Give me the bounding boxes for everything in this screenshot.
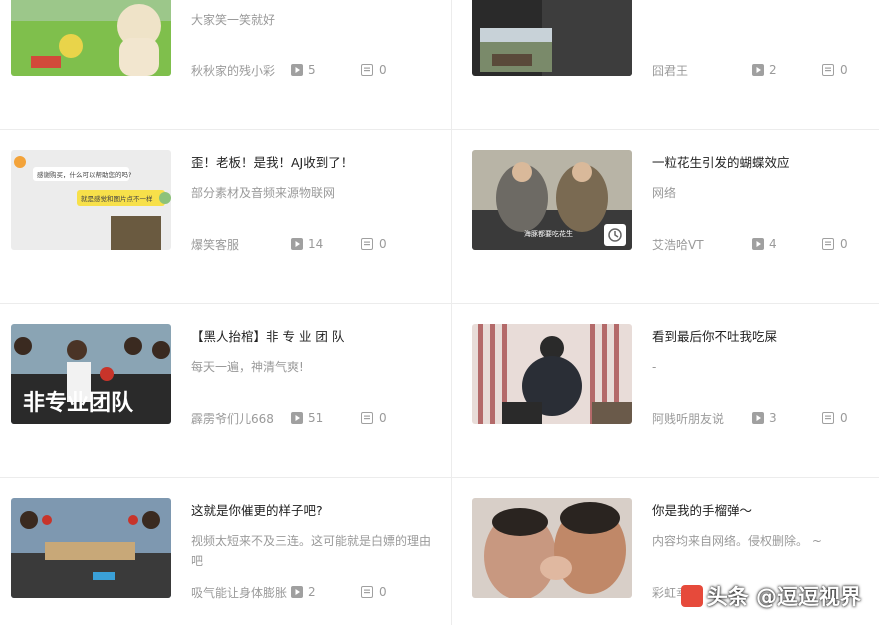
video-card[interactable]: 感谢购买，什么可以帮助您的吗? 就是感觉和图片点不一样 歪！老板！是我！AJ收到… bbox=[0, 150, 440, 280]
video-card[interactable]: 看到最后你不吐我吃屎 - 阿贱听朋友说 3 0 bbox=[461, 324, 879, 454]
video-title[interactable]: 歪！老板！是我！AJ收到了！ bbox=[191, 152, 353, 171]
video-description: 内容均来自网络。侵权删除。 ~ bbox=[652, 534, 822, 548]
thumb-subtitle: 海豚都要吃花生 bbox=[524, 229, 573, 238]
comment-count-value: 0 bbox=[840, 63, 848, 77]
watermark: 头条 @逗逗视界 bbox=[680, 581, 861, 611]
play-count: 5 bbox=[291, 63, 361, 77]
comment-count: 0 bbox=[361, 237, 387, 251]
row-divider bbox=[0, 129, 879, 130]
video-thumbnail[interactable] bbox=[11, 498, 171, 598]
comment-count: 0 bbox=[822, 411, 848, 425]
comment-icon bbox=[822, 64, 834, 76]
comment-icon bbox=[361, 412, 373, 424]
video-thumbnail[interactable] bbox=[472, 0, 632, 76]
play-icon bbox=[291, 238, 303, 250]
comment-icon bbox=[361, 586, 373, 598]
video-title[interactable]: 一粒花生引发的蝴蝶效应 bbox=[652, 152, 790, 171]
author-name[interactable]: 吸气能让身体膨胀 bbox=[191, 584, 291, 601]
column-divider bbox=[451, 0, 452, 625]
play-count: 14 bbox=[291, 237, 361, 251]
comment-icon bbox=[361, 238, 373, 250]
play-count: 2 bbox=[291, 585, 361, 599]
comment-count-value: 0 bbox=[379, 411, 387, 425]
comment-icon bbox=[822, 238, 834, 250]
toutiao-logo-icon bbox=[680, 585, 703, 607]
comment-count: 0 bbox=[822, 63, 848, 77]
video-title[interactable]: 【黑人抬棺】非 专 业 团 队 bbox=[191, 326, 344, 345]
play-icon bbox=[291, 412, 303, 424]
play-count-value: 14 bbox=[308, 237, 324, 251]
comment-count-value: 0 bbox=[840, 237, 848, 251]
author-name[interactable]: 囧君王 bbox=[652, 62, 752, 79]
video-description: 网络 bbox=[652, 186, 677, 200]
video-thumbnail[interactable]: 非专业团队 bbox=[11, 324, 171, 424]
video-thumbnail[interactable] bbox=[11, 0, 171, 76]
comment-icon bbox=[822, 412, 834, 424]
video-thumbnail[interactable] bbox=[472, 324, 632, 424]
play-count: 4 bbox=[752, 237, 822, 251]
thumb-caption: 非专业团队 bbox=[23, 390, 134, 416]
video-meta: 艾浩哈VT 4 0 bbox=[652, 236, 848, 252]
comment-count-value: 0 bbox=[379, 63, 387, 77]
video-card[interactable]: 这就是你催更的样子吧? 视频太短来不及三连。这可能就是白嫖的理由吧 吸气能让身体… bbox=[0, 498, 440, 628]
comment-count: 0 bbox=[361, 411, 387, 425]
author-name[interactable]: 阿贱听朋友说 bbox=[652, 410, 752, 427]
author-name[interactable]: 爆笑客服 bbox=[191, 236, 291, 253]
play-count-value: 4 bbox=[769, 237, 777, 251]
comment-count-value: 0 bbox=[379, 585, 387, 599]
comment-count-value: 0 bbox=[379, 237, 387, 251]
video-meta: 囧君王 2 0 bbox=[652, 62, 848, 78]
video-meta: 爆笑客服 14 0 bbox=[191, 236, 387, 252]
play-count-value: 5 bbox=[308, 63, 316, 77]
play-icon bbox=[291, 64, 303, 76]
play-count: 51 bbox=[291, 411, 361, 425]
video-description: 每天一遍，神清气爽! bbox=[191, 360, 304, 374]
video-title[interactable]: 这就是你催更的样子吧? bbox=[191, 500, 323, 519]
video-meta: 秋秋家的残小彩 5 0 bbox=[191, 62, 387, 78]
play-count-value: 2 bbox=[769, 63, 777, 77]
play-count: 3 bbox=[752, 411, 822, 425]
watermark-text: 头条 @逗逗视界 bbox=[706, 585, 861, 609]
play-icon bbox=[291, 586, 303, 598]
row-divider bbox=[0, 477, 879, 478]
video-card[interactable]: 大家笑一笑就好 秋秋家的残小彩 5 0 bbox=[0, 0, 440, 106]
video-thumbnail[interactable]: 海豚都要吃花生 bbox=[472, 150, 632, 250]
play-icon bbox=[752, 64, 764, 76]
video-description: 部分素材及音频来源物联网 bbox=[191, 186, 336, 200]
play-icon bbox=[752, 238, 764, 250]
video-thumbnail[interactable]: 感谢购买，什么可以帮助您的吗? 就是感觉和图片点不一样 bbox=[11, 150, 171, 250]
video-card[interactable]: 囧君王 2 0 bbox=[461, 0, 879, 106]
comment-count: 0 bbox=[361, 63, 387, 77]
thumb-chat-text: 就是感觉和图片点不一样 bbox=[81, 194, 153, 203]
video-meta: 霹雳爷们儿668 51 0 bbox=[191, 410, 387, 426]
row-divider bbox=[0, 303, 879, 304]
video-card[interactable]: 海豚都要吃花生 一粒花生引发的蝴蝶效应 网络 艾浩哈VT 4 0 bbox=[461, 150, 879, 280]
play-count-value: 3 bbox=[769, 411, 777, 425]
author-name[interactable]: 秋秋家的残小彩 bbox=[191, 62, 291, 79]
author-name[interactable]: 艾浩哈VT bbox=[652, 236, 752, 253]
video-description: - bbox=[652, 360, 657, 374]
play-count-value: 51 bbox=[308, 411, 324, 425]
comment-count-value: 0 bbox=[840, 411, 848, 425]
video-thumbnail[interactable] bbox=[472, 498, 632, 598]
video-title[interactable]: 你是我的手榴弹～ bbox=[652, 500, 752, 519]
play-count: 2 bbox=[752, 63, 822, 77]
video-meta: 吸气能让身体膨胀 2 0 bbox=[191, 584, 387, 600]
video-card[interactable]: 非专业团队 【黑人抬棺】非 专 业 团 队 每天一遍，神清气爽! 霹雳爷们儿66… bbox=[0, 324, 440, 454]
comment-count: 0 bbox=[822, 237, 848, 251]
video-description: 视频太短来不及三连。这可能就是白嫖的理由吧 bbox=[191, 534, 432, 568]
video-description: 大家笑一笑就好 bbox=[191, 13, 276, 27]
thumb-chat-text: 感谢购买，什么可以帮助您的吗? bbox=[37, 170, 131, 179]
video-title[interactable]: 看到最后你不吐我吃屎 bbox=[652, 326, 777, 345]
play-count-value: 2 bbox=[308, 585, 316, 599]
video-meta: 阿贱听朋友说 3 0 bbox=[652, 410, 848, 426]
comment-icon bbox=[361, 64, 373, 76]
play-icon bbox=[752, 412, 764, 424]
author-name[interactable]: 霹雳爷们儿668 bbox=[191, 410, 291, 427]
comment-count: 0 bbox=[361, 585, 387, 599]
